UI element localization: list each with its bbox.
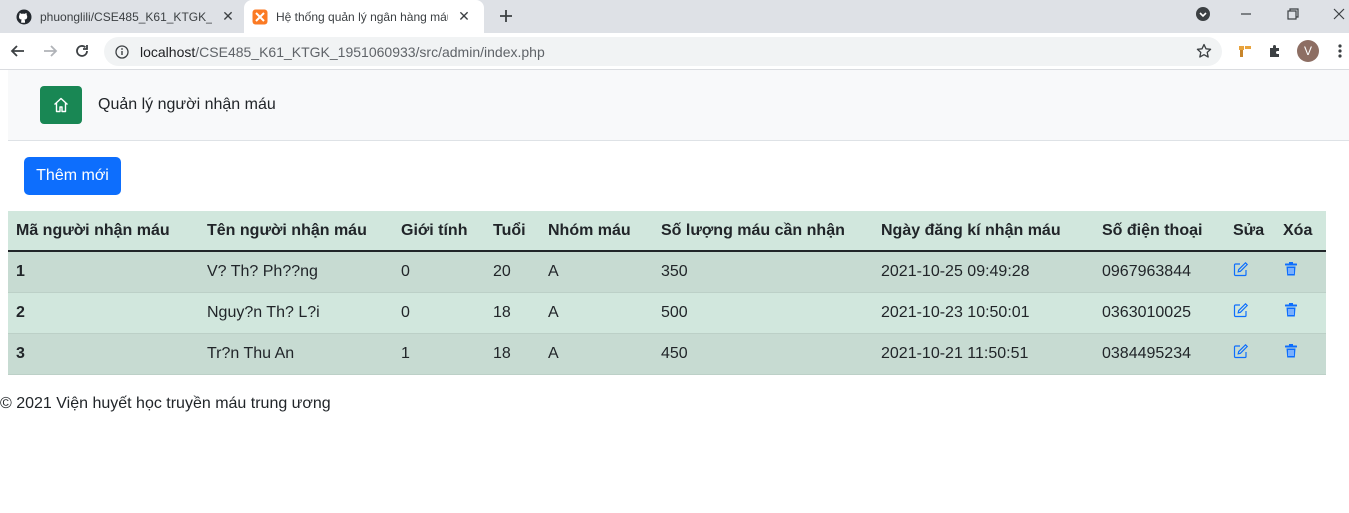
header-blood-group: Nhóm máu — [540, 211, 653, 252]
page-title[interactable]: Quản lý người nhận máu — [98, 96, 276, 114]
cell-phone: 0967963844 — [1094, 251, 1225, 293]
cell-date: 2021-10-21 11:50:51 — [873, 333, 1094, 375]
cell-phone: 0384495234 — [1094, 333, 1225, 375]
cell-age: 18 — [485, 292, 540, 334]
cell-delete — [1275, 292, 1326, 334]
trash-icon[interactable] — [1283, 261, 1299, 277]
cell-name: V? Th? Ph??ng — [199, 251, 393, 293]
header-date: Ngày đăng kí nhận máu — [873, 211, 1094, 252]
tab-title: Hệ thống quản lý ngân hàng máu — [276, 9, 448, 24]
tab-search-icon[interactable] — [1191, 4, 1215, 24]
trash-icon[interactable] — [1283, 302, 1299, 318]
edit-icon[interactable] — [1233, 343, 1249, 359]
edit-icon[interactable] — [1233, 261, 1249, 277]
header-phone: Số điện thoại — [1094, 211, 1225, 252]
tab-github[interactable]: phuonglili/CSE485_K61_KTGK_1951060933 ✕ — [8, 0, 244, 33]
cell-id: 1 — [8, 251, 199, 293]
url-host: localhost — [140, 43, 196, 60]
table-row: 1 V? Th? Ph??ng 0 20 A 350 2021-10-25 09… — [8, 251, 1326, 293]
header-gender: Giới tính — [393, 211, 485, 252]
cell-delete — [1275, 333, 1326, 375]
close-tab-icon[interactable]: ✕ — [220, 8, 236, 25]
cell-edit — [1225, 333, 1275, 375]
reload-icon[interactable] — [72, 41, 92, 61]
info-icon[interactable] — [114, 44, 130, 60]
menu-kebab-icon[interactable] — [1330, 41, 1349, 61]
add-new-button[interactable]: Thêm mới — [24, 157, 121, 195]
back-icon[interactable] — [8, 41, 28, 61]
cell-date: 2021-10-23 10:50:01 — [873, 292, 1094, 334]
tab-title: phuonglili/CSE485_K61_KTGK_1951060933 — [40, 9, 212, 24]
extensions-puzzle-icon[interactable] — [1265, 41, 1285, 61]
profile-avatar[interactable]: V — [1297, 40, 1319, 62]
header-edit: Sửa — [1225, 211, 1275, 252]
url-path: /CSE485_K61_KTGK_1951060933/src/admin/in… — [195, 43, 545, 60]
edit-icon[interactable] — [1233, 302, 1249, 318]
cell-blood-group: A — [540, 251, 653, 293]
cell-gender: 0 — [393, 251, 485, 293]
url-text: localhost/CSE485_K61_KTGK_1951060933/src… — [140, 44, 545, 60]
extension-icon[interactable] — [1235, 41, 1255, 61]
browser-toolbar: localhost/CSE485_K61_KTGK_1951060933/src… — [0, 33, 1349, 70]
cell-date: 2021-10-25 09:49:28 — [873, 251, 1094, 293]
table-header-row: Mã người nhận máu Tên người nhận máu Giớ… — [8, 211, 1326, 252]
cell-id: 2 — [8, 292, 199, 334]
cell-phone: 0363010025 — [1094, 292, 1225, 334]
header-delete: Xóa — [1275, 211, 1326, 252]
cell-name: Tr?n Thu An — [199, 333, 393, 375]
cell-amount: 500 — [653, 292, 873, 334]
github-icon — [16, 9, 32, 25]
cell-gender: 1 — [393, 333, 485, 375]
browser-tab-strip: phuonglili/CSE485_K61_KTGK_1951060933 ✕ … — [0, 0, 1349, 33]
cell-edit — [1225, 292, 1275, 334]
cell-edit — [1225, 251, 1275, 293]
cell-id: 3 — [8, 333, 199, 375]
bookmark-star-icon[interactable] — [1196, 43, 1212, 64]
cell-blood-group: A — [540, 292, 653, 334]
cell-age: 18 — [485, 333, 540, 375]
forward-icon[interactable] — [40, 41, 60, 61]
restore-icon[interactable] — [1281, 4, 1305, 24]
table-row: 2 Nguy?n Th? L?i 0 18 A 500 2021-10-23 1… — [8, 292, 1326, 334]
close-tab-icon[interactable]: ✕ — [456, 8, 472, 25]
cell-gender: 0 — [393, 292, 485, 334]
minimize-icon[interactable] — [1234, 4, 1258, 24]
header-amount: Số lượng máu cần nhận — [653, 211, 873, 252]
header-id: Mã người nhận máu — [8, 211, 199, 252]
cell-amount: 350 — [653, 251, 873, 293]
cell-blood-group: A — [540, 333, 653, 375]
cell-delete — [1275, 251, 1326, 293]
new-tab-icon[interactable] — [496, 6, 516, 26]
house-icon — [54, 97, 68, 113]
page-footer: © 2021 Viện huyết học truyền máu trung ư… — [0, 395, 331, 412]
header-age: Tuổi — [485, 211, 540, 252]
cell-name: Nguy?n Th? L?i — [199, 292, 393, 334]
home-button[interactable] — [40, 86, 82, 124]
trash-icon[interactable] — [1283, 343, 1299, 359]
cell-age: 20 — [485, 251, 540, 293]
table-row: 3 Tr?n Thu An 1 18 A 450 2021-10-21 11:5… — [8, 333, 1326, 375]
header-name: Tên người nhận máu — [199, 211, 393, 252]
address-bar[interactable]: localhost/CSE485_K61_KTGK_1951060933/src… — [104, 37, 1222, 66]
cell-amount: 450 — [653, 333, 873, 375]
recipients-table: Mã người nhận máu Tên người nhận máu Giớ… — [8, 211, 1326, 375]
page-navbar: Quản lý người nhận máu — [8, 70, 1349, 141]
xampp-icon — [252, 9, 268, 25]
close-window-icon[interactable] — [1327, 4, 1349, 24]
tab-blood-bank[interactable]: Hệ thống quản lý ngân hàng máu ✕ — [244, 0, 484, 33]
